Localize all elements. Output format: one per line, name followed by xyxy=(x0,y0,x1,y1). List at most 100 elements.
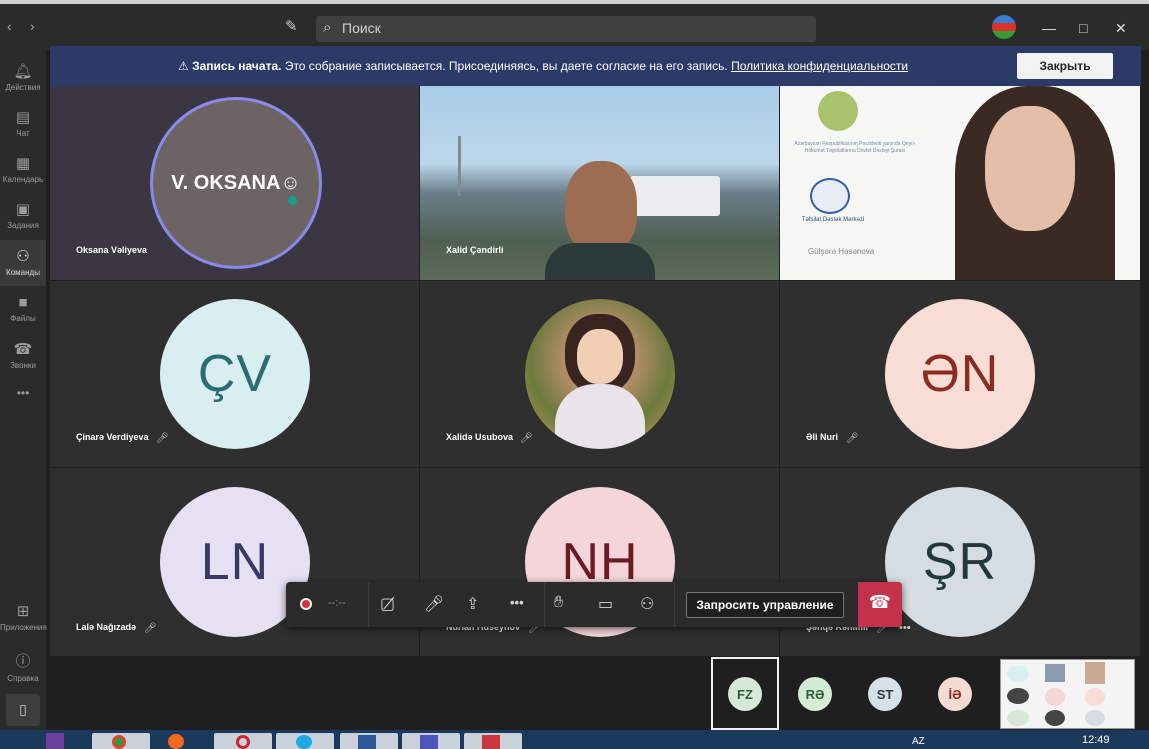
file-icon: ■ xyxy=(18,294,28,311)
recording-banner: ⚠ Запись начата. Это собрание записывает… xyxy=(50,46,1141,86)
warning-icon: ⚠ xyxy=(178,59,189,73)
phone-icon: ☎ xyxy=(13,341,33,358)
participant-avatar-small[interactable]: FZ xyxy=(728,677,762,711)
title-bar: ‹ › ✎ ⌕ Поиск — □ ✕ xyxy=(0,0,1149,50)
hangup-icon: ☎ xyxy=(868,592,892,612)
record-icon[interactable] xyxy=(300,598,312,610)
taskbar-app-image[interactable] xyxy=(464,733,522,749)
participant-tile[interactable]: NH Nurlan Hüseynov 🎤︎ xyxy=(420,468,779,656)
close-icon[interactable]: ✕ xyxy=(1115,20,1127,37)
avatar-text: V. OKSANA☺ xyxy=(171,171,301,194)
taskbar-app-skype[interactable] xyxy=(276,733,334,749)
mic-off-icon: 🎤︎ xyxy=(144,623,157,634)
firefox-icon[interactable] xyxy=(168,734,184,749)
participant-tile-video[interactable]: Xalid Çəndirli xyxy=(420,86,779,280)
status-dot xyxy=(288,196,297,205)
compose-icon[interactable]: ✎ xyxy=(285,17,298,35)
sidebar-item-calls[interactable]: ☎ Звонки xyxy=(0,334,46,378)
teams-icon: ⚇ xyxy=(16,248,30,265)
participant-name: Oksana Vəliyeva xyxy=(76,245,148,255)
clock[interactable]: 12:49 xyxy=(1082,734,1110,746)
person-video xyxy=(545,161,655,280)
taskbar-app-chrome[interactable] xyxy=(92,733,150,749)
participants-icon[interactable]: ⚇ xyxy=(640,594,654,614)
image-viewer-icon xyxy=(482,735,500,749)
mic-off-icon: 🎤︎ xyxy=(846,433,859,444)
participant-name: Lalə Nağızadə xyxy=(76,622,137,632)
participant-name: Çinarə Verdiyeva xyxy=(76,432,149,442)
meeting-toolbar: --:-- ▢̸ 🎤︎ ⇪ ••• ✋︎ ▭ ⚇ Запросить управ… xyxy=(286,582,902,627)
visual-studio-icon[interactable] xyxy=(46,733,64,749)
forward-icon[interactable]: › xyxy=(30,18,35,34)
self-preview[interactable] xyxy=(1000,659,1135,729)
privacy-link[interactable]: Политика конфиденциальности xyxy=(731,59,908,73)
chrome-icon xyxy=(112,735,126,749)
participant-avatar-small[interactable]: RƏ xyxy=(798,677,832,711)
device-icon[interactable]: ▯ xyxy=(6,694,40,726)
avatar-initials: ÇV xyxy=(160,299,310,449)
share-screen-icon[interactable]: ⇪ xyxy=(466,594,479,614)
camera-off-icon[interactable]: ▢̸ xyxy=(380,594,395,614)
sidebar-item-apps[interactable]: ⊞ Приложения xyxy=(0,602,47,642)
tv-tower-icon xyxy=(458,136,461,196)
avatar[interactable] xyxy=(992,15,1016,39)
request-control-button[interactable]: Запросить управление xyxy=(686,592,844,618)
participant-tile[interactable]: V. OKSANA☺ Oksana Vəliyeva xyxy=(50,86,419,280)
sidebar-item-teams[interactable]: ⚇ Команды xyxy=(0,240,46,286)
taskbar: AZ 12:49 xyxy=(0,730,1149,749)
logo-icon xyxy=(810,178,850,214)
taskbar-app-teams[interactable] xyxy=(402,733,460,749)
person-video xyxy=(930,86,1140,280)
apps-icon: ⊞ xyxy=(16,603,30,620)
teams-icon xyxy=(420,735,438,749)
banner-title: Запись начата. xyxy=(192,59,282,73)
chat-icon[interactable]: ▭ xyxy=(598,594,613,614)
bell-icon: 🔔︎ xyxy=(13,63,33,80)
raise-hand-icon[interactable]: ✋︎ xyxy=(554,594,563,612)
hangup-button[interactable]: ☎ xyxy=(858,582,902,627)
back-icon[interactable]: ‹ xyxy=(7,18,12,34)
mic-off-icon: 🎤︎ xyxy=(520,433,533,444)
sidebar-item-chat[interactable]: ▤ Чат xyxy=(0,102,46,146)
more-actions-button[interactable]: ••• xyxy=(510,595,524,610)
taskbar-app-word[interactable] xyxy=(340,733,398,749)
sidebar-item-help[interactable]: ⓘ Справка xyxy=(0,650,46,690)
calendar-icon: ▦ xyxy=(15,155,31,172)
language-indicator[interactable]: AZ xyxy=(912,736,925,747)
word-icon xyxy=(358,735,376,749)
skype-icon xyxy=(296,735,312,749)
participant-name: Xalidə Usubova xyxy=(446,432,514,442)
avatar-photo xyxy=(525,299,675,449)
sidebar-item-activity[interactable]: 🔔︎ Действия xyxy=(0,56,46,100)
sidebar-item-calendar[interactable]: ▦ Календарь xyxy=(0,148,46,192)
speaker-name: Gülşərə Həsənova xyxy=(808,247,875,256)
search-input[interactable]: ⌕ Поиск xyxy=(316,16,816,42)
help-icon: ⓘ xyxy=(15,653,31,670)
participant-tile-video[interactable]: Azərbaycan Respublikasının Prezidenti ya… xyxy=(780,86,1140,280)
participant-avatar-small[interactable]: ST xyxy=(868,677,902,711)
search-icon: ⌕ xyxy=(323,19,332,36)
sidebar-item-assignments[interactable]: ▣ Задания xyxy=(0,194,46,238)
avatar: V. OKSANA☺ xyxy=(150,97,322,269)
participant-tile[interactable]: Xalidə Usubova 🎤︎ xyxy=(420,281,779,467)
emblem-icon xyxy=(818,91,858,131)
participant-name: Xalid Çəndirli xyxy=(446,245,504,255)
org-text: Azərbaycan Respublikasının Prezidenti ya… xyxy=(794,141,916,154)
sidebar-item-more[interactable]: ••• xyxy=(0,386,46,406)
avatar-initials: ƏN xyxy=(885,299,1035,449)
participant-tile[interactable]: ÇV Çinarə Verdiyeva 🎤︎ xyxy=(50,281,419,467)
maximize-icon[interactable]: □ xyxy=(1079,20,1087,36)
taskbar-app-opera[interactable] xyxy=(214,733,272,749)
mic-off-icon: 🎤︎ xyxy=(156,433,169,444)
participant-avatar-small[interactable]: İƏ xyxy=(938,677,972,711)
mic-off-icon[interactable]: 🎤︎ xyxy=(424,594,444,614)
participant-tile[interactable]: LN Lalə Nağızadə 🎤︎ xyxy=(50,468,419,656)
participant-tile[interactable]: ƏN Əli Nuri 🎤︎ xyxy=(780,281,1140,467)
participant-tile[interactable]: ŞR Şəhqə Rəhimli 🎤︎ ••• xyxy=(780,468,1140,656)
minimize-icon[interactable]: — xyxy=(1042,20,1056,36)
briefcase-icon: ▣ xyxy=(15,201,31,218)
close-banner-button[interactable]: Закрыть xyxy=(1017,53,1113,79)
sidebar: 🔔︎ Действия ▤ Чат ▦ Календарь ▣ Задания ⚇ Ком… xyxy=(0,50,47,730)
sidebar-item-files[interactable]: ■ Файлы xyxy=(0,288,46,332)
more-icon: ••• xyxy=(16,386,30,400)
